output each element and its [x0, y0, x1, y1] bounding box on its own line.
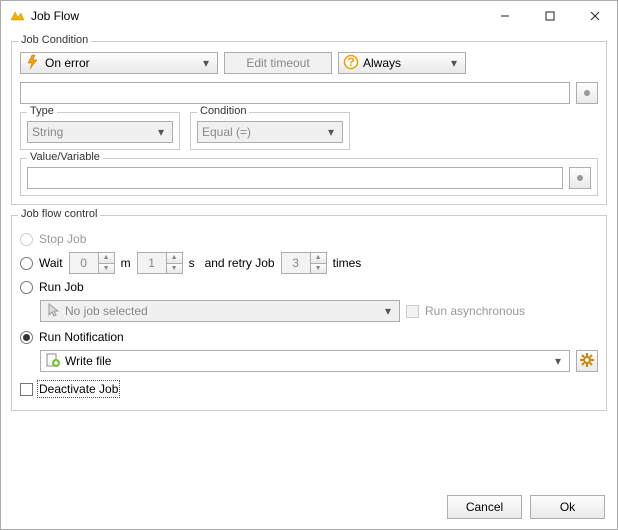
chevron-down-icon: ▾ — [447, 56, 461, 70]
chevron-down-icon: ▾ — [381, 304, 395, 318]
times-label: times — [333, 256, 362, 270]
condition-value: Equal (=) — [202, 125, 324, 139]
wait-min-spin: 0▲▼ — [69, 252, 115, 274]
stop-job-radio — [20, 233, 33, 246]
condition-combo[interactable]: Equal (=) ▾ — [197, 121, 343, 143]
run-async-checkbox — [406, 305, 419, 318]
close-button[interactable] — [572, 1, 617, 31]
edit-timeout-label: Edit timeout — [246, 56, 309, 70]
run-job-combo: No job selected ▾ — [40, 300, 400, 322]
wait-label: Wait — [39, 256, 63, 270]
always-combo[interactable]: ? Always ▾ — [338, 52, 466, 74]
value-variable-group: Value/Variable — [20, 158, 598, 196]
variable-picker-button[interactable] — [576, 82, 598, 104]
chevron-down-icon: ▾ — [154, 125, 168, 139]
chevron-down-icon: ▾ — [324, 125, 338, 139]
run-notification-label: Run Notification — [39, 330, 124, 344]
run-async-label: Run asynchronous — [425, 304, 525, 318]
value-variable-input[interactable] — [27, 167, 563, 189]
minimize-button[interactable] — [482, 1, 527, 31]
flow-legend: Job flow control — [18, 208, 100, 220]
retry-spin: 3▲▼ — [281, 252, 327, 274]
cursor-icon — [45, 302, 61, 321]
svg-text:?: ? — [347, 55, 354, 69]
run-notification-radio[interactable] — [20, 331, 33, 344]
dot-icon — [584, 90, 590, 96]
unit-s: s — [189, 256, 195, 270]
job-condition-group: Job Condition On error ▾ Edit timeout ? … — [11, 41, 607, 205]
run-job-option[interactable]: Run Job — [20, 280, 598, 294]
deactivate-option[interactable]: Deactivate Job — [20, 382, 598, 396]
value-variable-picker-button[interactable] — [569, 167, 591, 189]
dot-icon — [577, 175, 583, 181]
help-icon: ? — [343, 54, 359, 73]
on-error-label: On error — [45, 56, 199, 70]
job-flow-control-group: Job flow control Stop Job Wait 0▲▼ m 1▲▼… — [11, 215, 607, 411]
run-notification-option[interactable]: Run Notification — [20, 330, 598, 344]
condition-group: Condition Equal (=) ▾ — [190, 112, 350, 150]
wait-radio[interactable] — [20, 257, 33, 270]
run-job-radio[interactable] — [20, 281, 33, 294]
notification-settings-button[interactable] — [576, 350, 598, 372]
condition-value-input[interactable] — [20, 82, 570, 104]
bolt-icon — [25, 54, 41, 73]
wait-sec-spin: 1▲▼ — [137, 252, 183, 274]
window-title: Job Flow — [31, 9, 482, 23]
run-job-label: Run Job — [39, 280, 84, 294]
type-combo[interactable]: String ▾ — [27, 121, 173, 143]
file-write-icon — [45, 352, 61, 371]
gear-icon — [579, 352, 595, 371]
unit-m: m — [121, 256, 131, 270]
retry-label: and retry Job — [205, 256, 275, 270]
notification-combo[interactable]: Write file ▾ — [40, 350, 570, 372]
type-legend: Type — [27, 105, 57, 117]
condition-legend: Condition — [197, 105, 249, 117]
wait-option[interactable]: Wait 0▲▼ m 1▲▼ s and retry Job 3▲▼ times — [20, 252, 598, 274]
edit-timeout-button: Edit timeout — [224, 52, 332, 74]
app-icon — [9, 8, 25, 24]
type-value: String — [32, 125, 154, 139]
notification-value: Write file — [65, 354, 551, 368]
deactivate-label: Deactivate Job — [39, 382, 118, 396]
always-label: Always — [363, 56, 447, 70]
stop-job-label: Stop Job — [39, 232, 86, 246]
titlebar: Job Flow — [1, 1, 617, 31]
type-group: Type String ▾ — [20, 112, 180, 150]
chevron-down-icon: ▾ — [199, 56, 213, 70]
job-condition-legend: Job Condition — [18, 34, 91, 46]
maximize-button[interactable] — [527, 1, 572, 31]
cancel-button[interactable]: Cancel — [447, 495, 522, 519]
stop-job-option: Stop Job — [20, 232, 598, 246]
on-error-combo[interactable]: On error ▾ — [20, 52, 218, 74]
run-job-value: No job selected — [65, 304, 381, 318]
value-variable-legend: Value/Variable — [27, 151, 103, 163]
ok-button[interactable]: Ok — [530, 495, 605, 519]
chevron-down-icon: ▾ — [551, 354, 565, 368]
deactivate-checkbox[interactable] — [20, 383, 33, 396]
